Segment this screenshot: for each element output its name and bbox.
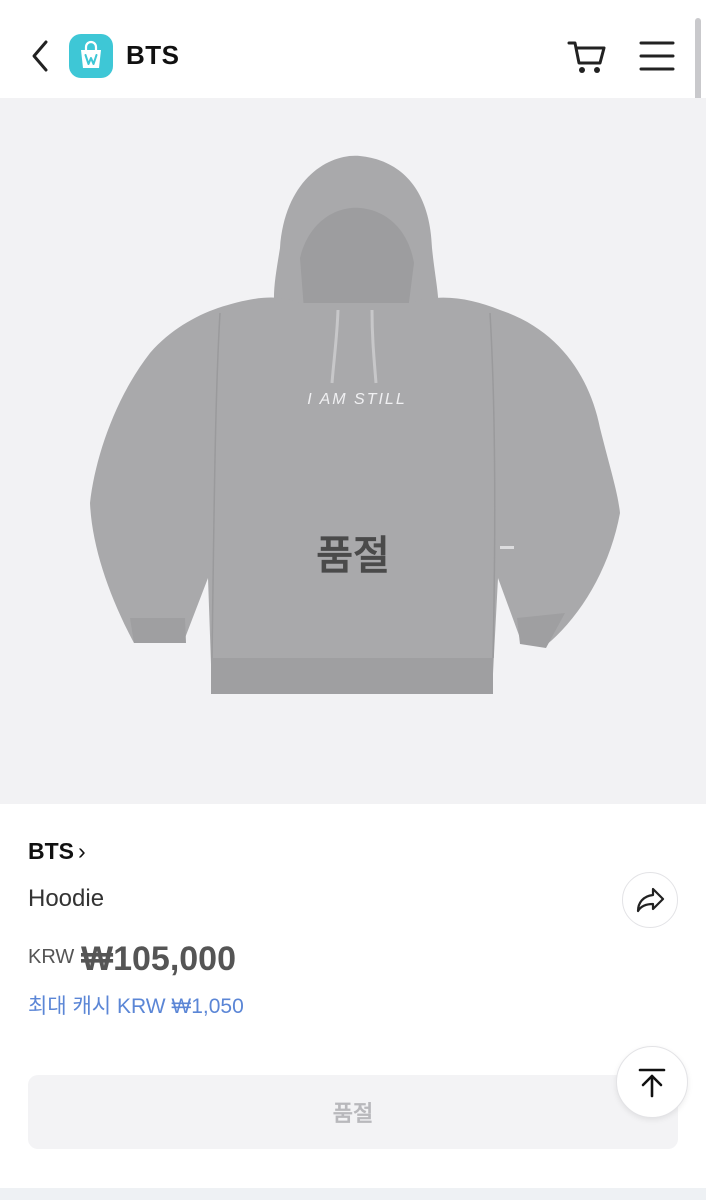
sold-out-overlay: 품절 xyxy=(316,534,390,578)
brand-link[interactable]: BTS › xyxy=(28,838,86,865)
back-button[interactable] xyxy=(26,36,56,76)
scroll-to-top-button[interactable] xyxy=(616,1046,688,1118)
arrow-up-to-top-icon xyxy=(638,1068,666,1098)
brand-name: BTS xyxy=(28,838,74,864)
hoodie-print-text: I AM STILL xyxy=(307,391,406,408)
cash-reward-text: 최대 캐시 KRW ₩1,050 xyxy=(28,995,244,1018)
weverse-shop-icon xyxy=(69,34,113,78)
cart-icon xyxy=(567,41,606,73)
cart-button[interactable] xyxy=(566,36,608,78)
price-currency: KRW xyxy=(28,946,75,968)
chevron-left-icon xyxy=(32,40,48,72)
menu-button[interactable] xyxy=(638,38,676,74)
bottom-divider xyxy=(0,1188,706,1200)
hamburger-menu-icon xyxy=(639,41,675,71)
header-title: BTS xyxy=(126,40,180,70)
chevron-right-icon: › xyxy=(78,838,86,864)
top-bar: BTS xyxy=(0,0,706,98)
share-button[interactable] xyxy=(622,872,678,928)
hoodie-image: I AM STILL xyxy=(90,155,620,694)
sold-out-button[interactable]: 품절 xyxy=(28,1075,678,1149)
product-image: I AM STILL 품절 xyxy=(0,98,706,804)
share-icon xyxy=(636,887,665,913)
product-name: Hoodie xyxy=(28,885,105,912)
price-value: ₩105,000 xyxy=(81,940,236,978)
